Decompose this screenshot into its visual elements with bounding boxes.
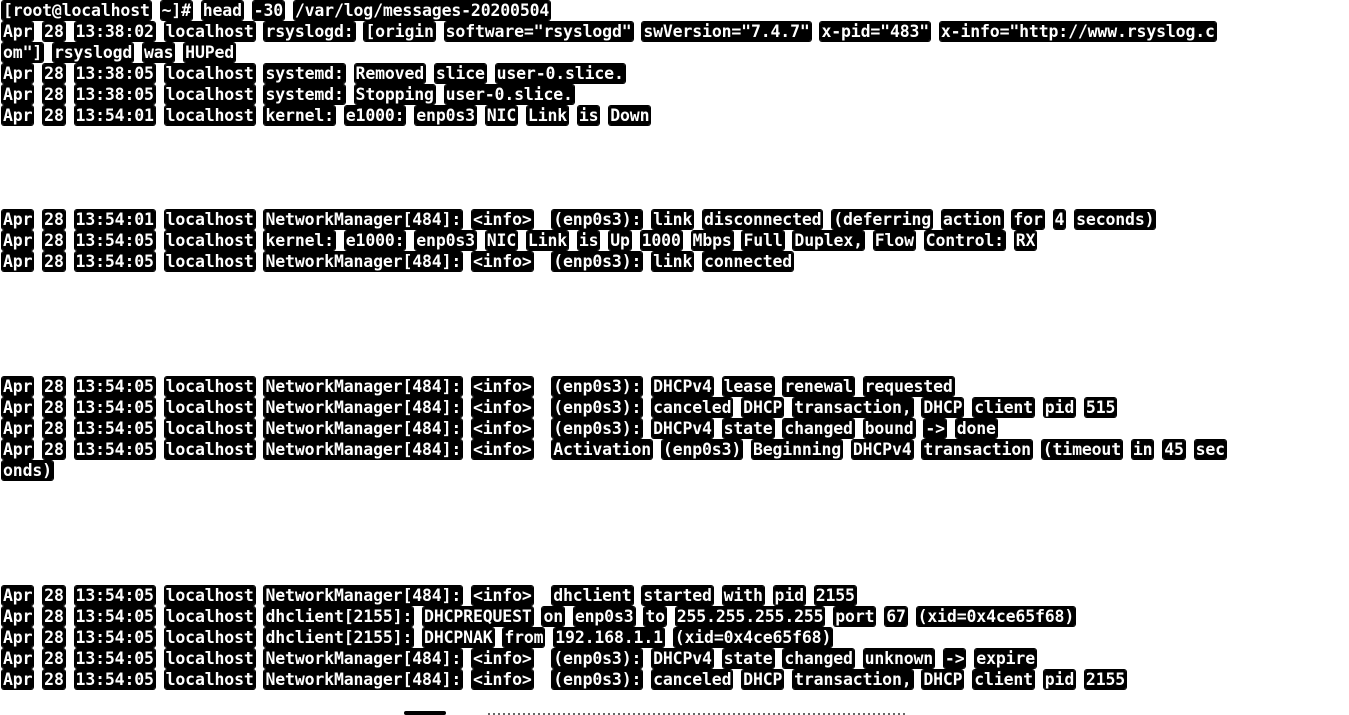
log-line: Apr 28 13:54:01 localhost NetworkManager… xyxy=(2,210,1156,229)
log-line: Apr 28 13:54:05 localhost kernel: e1000:… xyxy=(2,230,1037,250)
log-line: Apr 28 13:54:05 localhost NetworkManager… xyxy=(2,398,1117,418)
log-line: Apr 28 13:54:05 localhost NetworkManager… xyxy=(2,648,1036,668)
log-line: onds) xyxy=(2,460,53,480)
terminal-cursor-line xyxy=(400,709,920,715)
log-line: Apr 28 13:38:05 localhost systemd: Stopp… xyxy=(2,84,574,104)
terminal-output[interactable]: [root@localhost ~]# head -30 /var/log/me… xyxy=(0,0,1349,715)
log-line: Apr 28 13:38:02 localhost rsyslogd: [ori… xyxy=(2,21,1216,41)
log-line: om"] rsyslogd was HUPed xyxy=(2,42,236,62)
log-line: Apr 28 13:54:05 localhost NetworkManager… xyxy=(2,251,794,271)
log-line: Apr 28 13:54:05 localhost NetworkManager… xyxy=(2,439,1226,459)
log-line: Apr 28 13:54:05 localhost dhclient[2155]… xyxy=(2,607,1076,627)
log-line: Apr 28 13:54:05 localhost dhclient[2155]… xyxy=(2,628,833,647)
log-line: Apr 28 13:54:05 localhost NetworkManager… xyxy=(2,586,856,606)
log-line: Apr 28 13:54:05 localhost NetworkManager… xyxy=(2,377,954,397)
log-line: Apr 28 13:54:01 localhost kernel: e1000:… xyxy=(2,105,651,125)
log-line: Apr 28 13:54:05 localhost NetworkManager… xyxy=(2,669,1127,689)
terminal-cursor xyxy=(404,711,446,715)
log-line: Apr 28 13:38:05 localhost systemd: Remov… xyxy=(2,63,625,83)
log-line: Apr 28 13:54:05 localhost NetworkManager… xyxy=(2,419,997,438)
shell-prompt-line: [root@localhost ~]# head -30 /var/log/me… xyxy=(2,1,551,20)
